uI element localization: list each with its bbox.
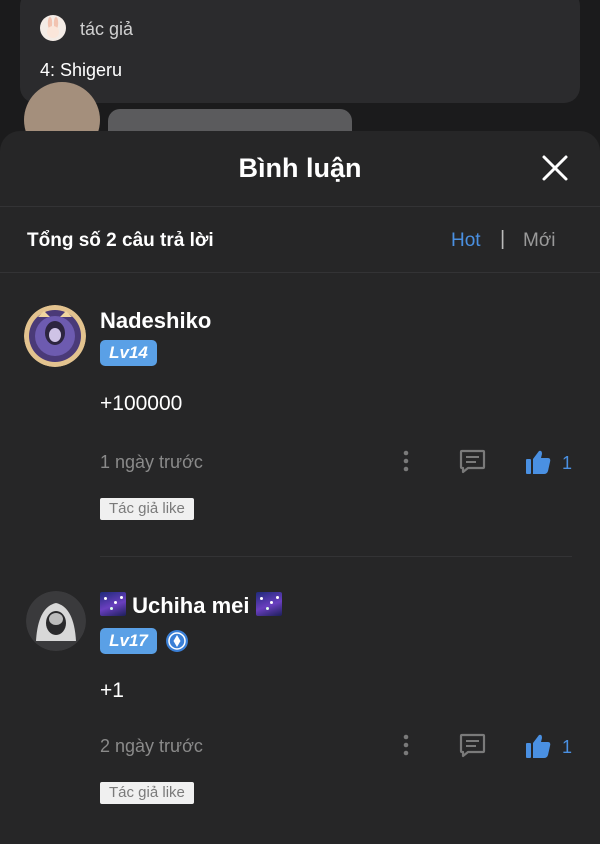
like-count: 1 <box>562 453 573 473</box>
sort-hot-tab[interactable]: Hot <box>451 230 481 252</box>
comments-sheet: Bình luận Tổng số 2 câu trả lời Hot | Mớ… <box>0 131 600 844</box>
commenter-name[interactable]: Uchiha mei <box>100 592 282 619</box>
total-replies-label: Tổng số 2 câu trả lời <box>27 230 214 251</box>
close-button[interactable] <box>538 151 572 185</box>
more-options-icon[interactable] <box>396 733 416 757</box>
author-avatar <box>40 15 66 41</box>
comment-item: Uchiha mei Lv17 +1 2 ngày trước 1 Tác gi… <box>0 556 600 826</box>
header-divider <box>0 206 600 207</box>
sheet-title: Bình luận <box>238 153 362 183</box>
decoration-right-icon <box>255 592 282 616</box>
sort-separator: | <box>500 228 506 250</box>
thumbs-up-icon[interactable] <box>524 448 552 476</box>
verified-badge-icon <box>165 629 189 653</box>
close-icon <box>542 155 568 181</box>
level-badge: Lv17 <box>100 628 157 654</box>
author-note-text: 4: Shigeru <box>40 60 123 80</box>
author-note-card: tác giả 4: Shigeru <box>20 0 580 103</box>
reply-icon[interactable] <box>458 731 487 760</box>
decoration-left-icon <box>100 592 126 616</box>
author-liked-badge: Tác giả like <box>100 498 194 520</box>
author-label: tác giả <box>80 19 134 39</box>
page: tác giả 4: Shigeru Bình luận Tổng số 2 c… <box>0 0 600 844</box>
sort-new-tab[interactable]: Mới <box>523 230 556 252</box>
comment-time: 2 ngày trước <box>100 736 203 756</box>
author-liked-badge: Tác giả like <box>100 782 194 804</box>
comment-time: 1 ngày trước <box>100 452 203 472</box>
commenter-name[interactable]: Nadeshiko <box>100 308 211 334</box>
commenter-avatar[interactable] <box>24 305 86 367</box>
level-badge: Lv14 <box>100 340 157 366</box>
more-options-icon[interactable] <box>396 449 416 473</box>
comment-text: +1 <box>100 679 124 702</box>
thumbs-up-icon[interactable] <box>524 732 552 760</box>
like-count: 1 <box>562 737 573 757</box>
comment-text: +100000 <box>100 392 183 415</box>
commenter-name-text: Uchiha mei <box>132 593 250 618</box>
comment-item: Nadeshiko Lv14 +100000 1 ngày trước 1 Tá… <box>0 272 600 542</box>
reply-icon[interactable] <box>458 447 487 476</box>
commenter-avatar[interactable] <box>26 591 86 651</box>
